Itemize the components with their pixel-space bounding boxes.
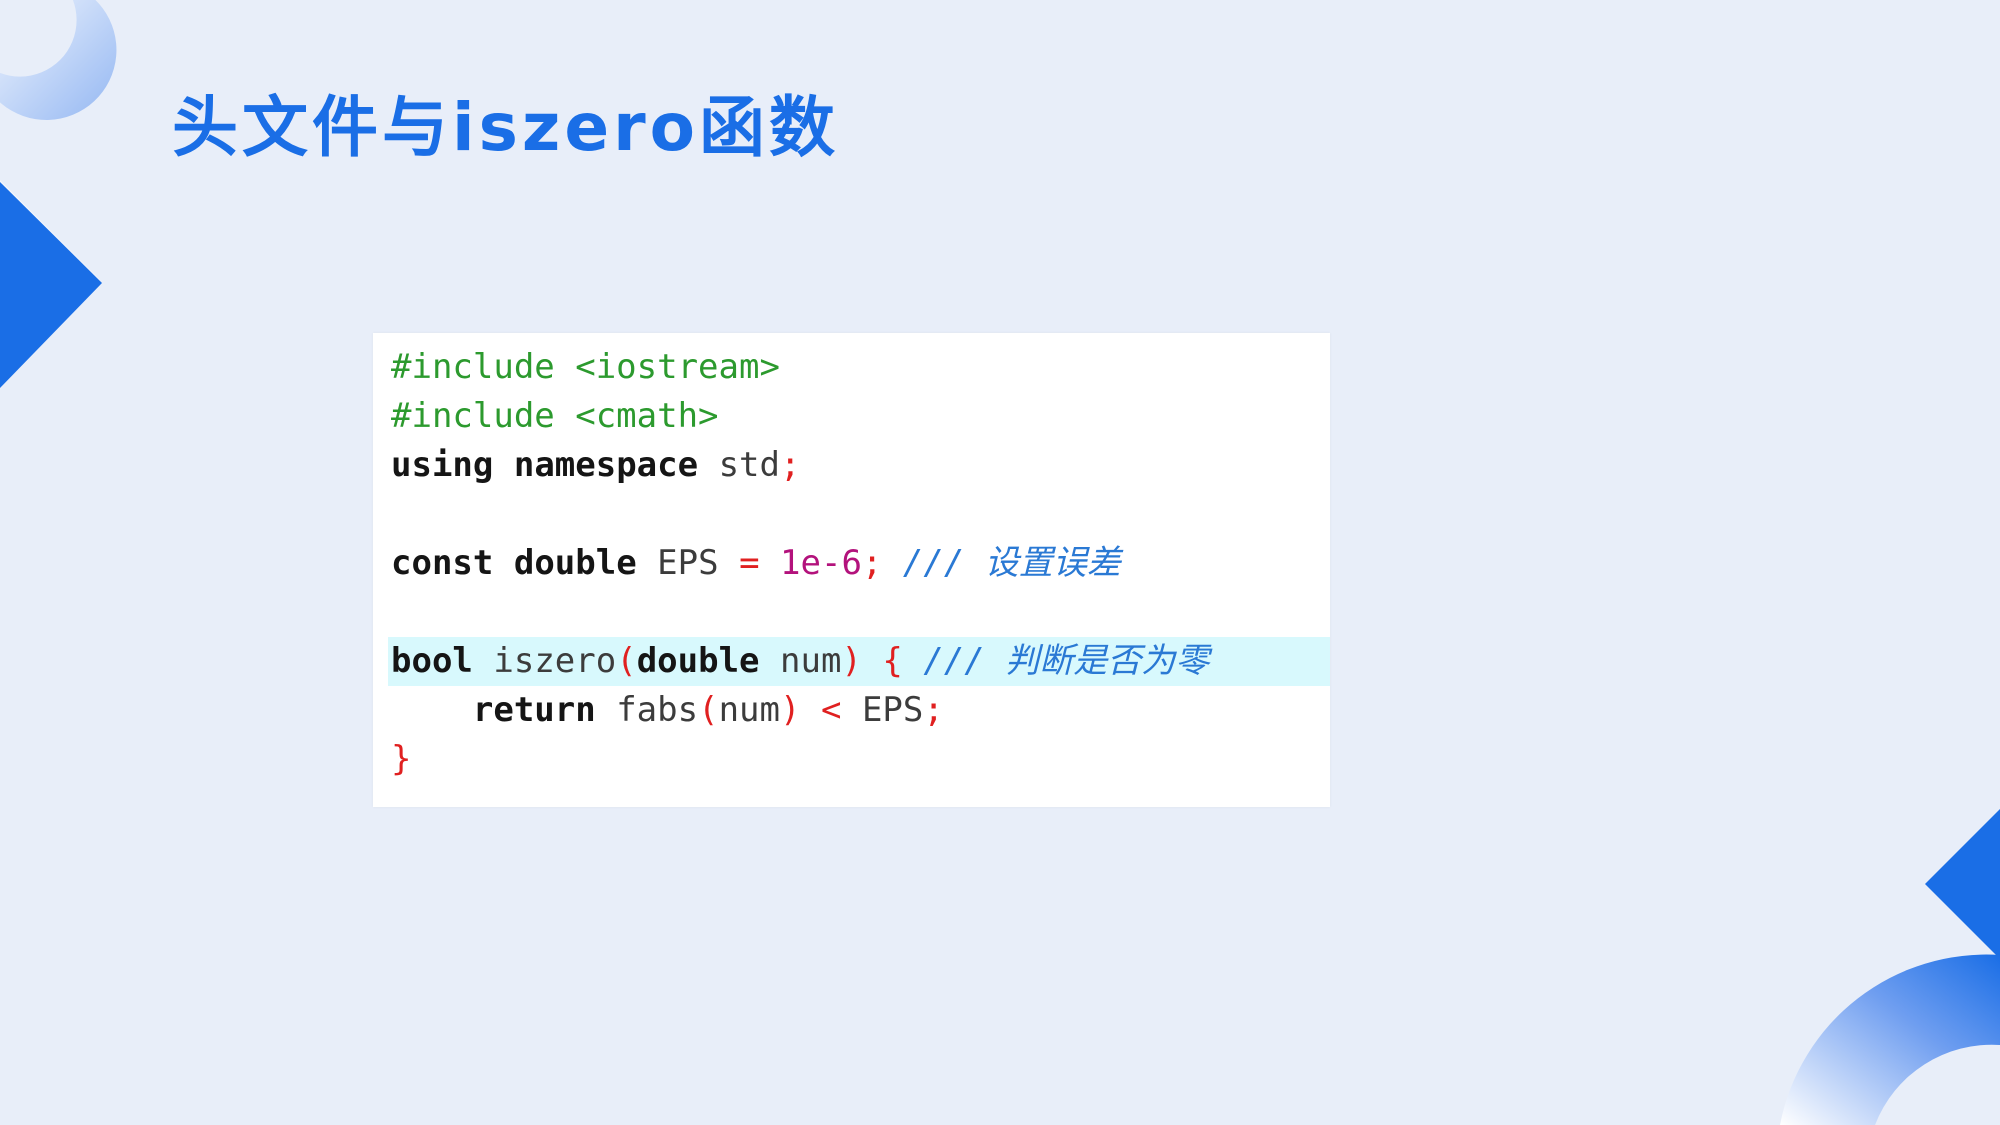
identifier: num <box>718 690 780 730</box>
code-line-iszero-signature: bool iszero(double num) { /// 判断是否为零 <box>388 637 1330 686</box>
code-line-using-namespace: using namespace std; <box>391 441 1330 490</box>
keyword: double <box>513 543 637 583</box>
function-name: iszero <box>493 641 617 681</box>
code-line-const-eps: const double EPS = 1e-6; /// 设置误差 <box>391 539 1330 588</box>
punctuation: ; <box>923 690 944 730</box>
identifier: EPS <box>861 690 924 730</box>
left-triangle-decoration <box>0 180 102 388</box>
parameter: num <box>780 641 842 681</box>
keyword: bool <box>391 641 473 681</box>
code-line-include-iostream: #include <iostream> <box>391 343 1330 392</box>
preprocessor-directive: #include <cmath> <box>391 396 719 436</box>
code-comment: /// 判断是否为零 <box>923 641 1210 681</box>
identifier: EPS <box>657 543 719 583</box>
punctuation: } <box>391 739 412 779</box>
punctuation: ) <box>780 690 801 730</box>
operator: < <box>820 690 842 730</box>
operator: = <box>739 543 760 583</box>
keyword: namespace <box>513 445 699 485</box>
number-literal: 1e-6 <box>780 543 862 583</box>
keyword: return <box>472 690 596 730</box>
identifier: std <box>718 445 780 485</box>
function-name: fabs <box>616 690 699 730</box>
keyword: const <box>391 543 494 583</box>
punctuation: ( <box>698 690 719 730</box>
bottom-right-triangle-decoration <box>1925 809 2000 959</box>
code-line-include-cmath: #include <cmath> <box>391 392 1330 441</box>
punctuation: ) <box>841 641 862 681</box>
code-line-closing-brace: } <box>391 735 1330 784</box>
code-comment: /// 设置误差 <box>902 543 1121 583</box>
punctuation: ; <box>861 543 883 583</box>
punctuation: ( <box>616 641 637 681</box>
bottom-right-arc-decoration <box>1780 954 2000 1125</box>
preprocessor-directive: #include <iostream> <box>391 347 780 387</box>
code-line-return: return fabs(num) < EPS; <box>391 686 1330 735</box>
keyword: using <box>391 445 494 485</box>
punctuation: { <box>882 641 903 681</box>
slide-title: 头文件与iszero函数 <box>172 89 839 166</box>
code-snippet: #include <iostream> #include <cmath> usi… <box>373 333 1330 807</box>
keyword: double <box>636 641 760 681</box>
punctuation: ; <box>779 445 801 485</box>
